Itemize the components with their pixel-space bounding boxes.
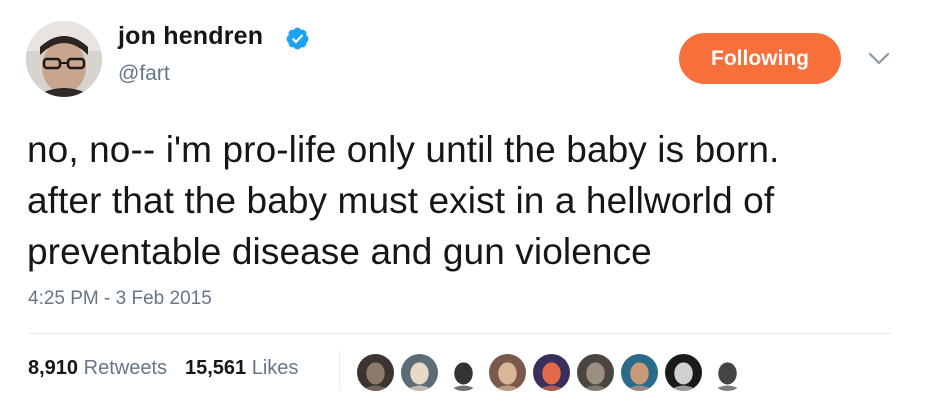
- retweets-count: 8,910: [28, 357, 79, 379]
- stats-divider-top: [28, 333, 892, 334]
- liker-avatar-2[interactable]: [399, 352, 440, 393]
- likes-label: Likes: [251, 357, 299, 379]
- profile-avatar[interactable]: [26, 21, 102, 97]
- liker-avatar-7[interactable]: [619, 352, 660, 393]
- retweets-label: Retweets: [83, 357, 167, 379]
- liker-avatar-8[interactable]: [663, 352, 704, 393]
- likes-count: 15,561: [185, 357, 247, 379]
- verified-badge-icon: [286, 27, 309, 50]
- liker-avatar-9[interactable]: [707, 352, 748, 393]
- tweet-line: no, no-- i'm pro-life only until the bab…: [27, 129, 780, 170]
- liker-avatar-3[interactable]: [443, 352, 484, 393]
- liker-avatar-5[interactable]: [531, 352, 572, 393]
- tweet-text: no, no-- i'm pro-life only until the bab…: [27, 124, 907, 277]
- user-handle[interactable]: @fart: [118, 62, 170, 86]
- profile-avatar-image: [26, 21, 102, 97]
- tweet-line: preventable disease and gun violence: [27, 231, 652, 272]
- following-button[interactable]: Following: [679, 33, 841, 84]
- retweets-stat[interactable]: 8,910 Retweets: [28, 357, 167, 380]
- tweet-line: after that the baby must exist in a hell…: [27, 180, 775, 221]
- liker-avatar-1[interactable]: [355, 352, 396, 393]
- liker-avatar-4[interactable]: [487, 352, 528, 393]
- tweet-stats: 8,910 Retweets 15,561 Likes: [28, 357, 298, 380]
- liker-avatar-6[interactable]: [575, 352, 616, 393]
- stats-separator: [339, 350, 340, 390]
- display-name[interactable]: jon hendren: [118, 22, 263, 51]
- tweet-timestamp[interactable]: 4:25 PM - 3 Feb 2015: [28, 288, 212, 310]
- likes-stat[interactable]: 15,561 Likes: [185, 357, 298, 380]
- chevron-down-icon[interactable]: [868, 52, 890, 66]
- liker-avatars: [355, 352, 748, 393]
